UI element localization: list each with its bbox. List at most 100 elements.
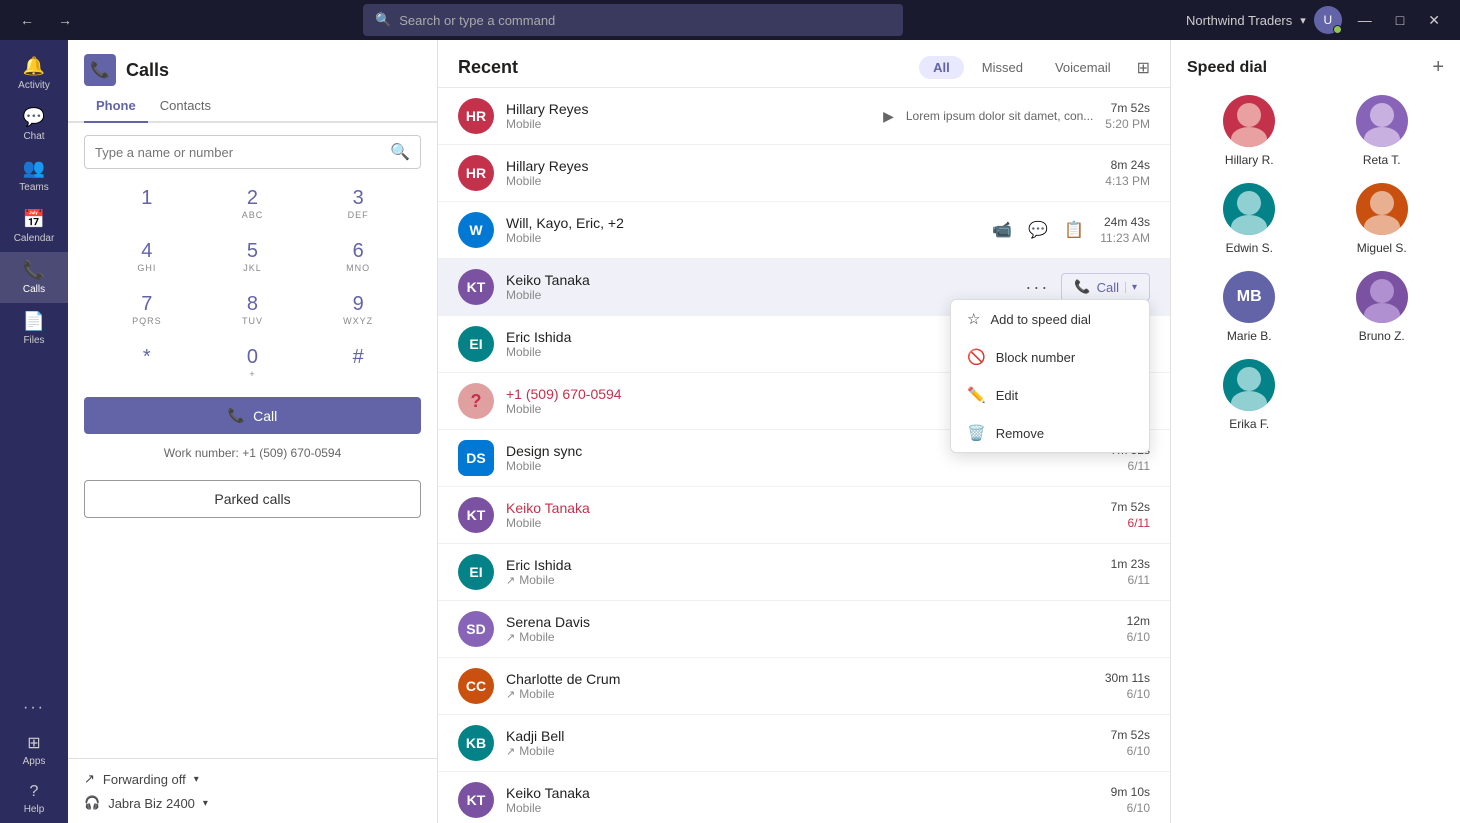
speed-dial-item[interactable]: Hillary R. xyxy=(1187,95,1312,167)
item-name: +1 (509) 670-0594 xyxy=(506,386,1011,402)
video-icon[interactable]: 📹 xyxy=(988,216,1016,244)
sidebar-item-activity[interactable]: 🔔 Activity xyxy=(0,48,68,99)
speed-dial-grid: Hillary R. Reta T. Edwin S. xyxy=(1187,95,1444,431)
left-panel-footer: ↗ Forwarding off ▾ 🎧 Jabra Biz 2400 ▾ xyxy=(68,758,437,823)
context-remove[interactable]: 🗑️ Remove xyxy=(951,414,1149,452)
speed-dial-header: Speed dial + xyxy=(1187,56,1444,79)
item-right: 9m 10s 6/10 xyxy=(1111,785,1150,815)
item-time: 4:13 PM xyxy=(1105,174,1150,188)
parked-calls-button[interactable]: Parked calls xyxy=(84,480,421,518)
call-button[interactable]: 📞 Call xyxy=(84,397,421,434)
speed-dial-avatar xyxy=(1223,183,1275,235)
device-row[interactable]: 🎧 Jabra Biz 2400 ▾ xyxy=(84,795,421,811)
avatar: KT xyxy=(458,269,494,305)
user-avatar[interactable]: U xyxy=(1314,6,1342,34)
chat-icon: 💬 xyxy=(23,107,45,128)
item-duration: 24m 43s xyxy=(1104,215,1150,229)
dial-key-1[interactable]: 1 xyxy=(98,181,196,226)
speed-dial-item[interactable]: MB Marie B. xyxy=(1187,271,1312,343)
avatar: W xyxy=(458,212,494,248)
dial-key-9[interactable]: 9WXYZ xyxy=(309,287,407,332)
avatar: DS xyxy=(458,440,494,476)
recent-item[interactable]: HR Hillary Reyes Mobile ▶ Lorem ipsum do… xyxy=(438,88,1170,145)
sidebar-item-apps[interactable]: ⊞ Apps xyxy=(0,725,68,775)
recent-item[interactable]: KT Keiko Tanaka Mobile 9m 10s 6/10 xyxy=(438,772,1170,823)
tab-phone[interactable]: Phone xyxy=(84,90,148,123)
forwarding-label: Forwarding off xyxy=(103,772,186,787)
filter-missed[interactable]: Missed xyxy=(968,56,1037,79)
speed-dial-item[interactable]: Edwin S. xyxy=(1187,183,1312,255)
close-button[interactable]: ✕ xyxy=(1420,8,1448,33)
filter-all[interactable]: All xyxy=(919,56,964,79)
dial-key-0[interactable]: 0+ xyxy=(204,340,302,385)
sidebar-label-calendar: Calendar xyxy=(14,233,55,244)
dial-key-7[interactable]: 7PQRS xyxy=(98,287,196,332)
recent-item-keiko-tanaka[interactable]: KT Keiko Tanaka Mobile ··· 📞 Call ▾ xyxy=(438,259,1170,316)
context-block-number[interactable]: 🚫 Block number xyxy=(951,338,1149,376)
dial-key-star[interactable]: * xyxy=(98,340,196,385)
dialpad-grid: 1 2ABC 3DEF 4GHI 5JKL 6MNO 7PQRS 8TUV 9W… xyxy=(98,181,407,385)
sidebar-label-apps: Apps xyxy=(23,756,46,767)
item-duration: 7m 52s xyxy=(1111,500,1150,514)
sidebar-item-teams[interactable]: 👥 Teams xyxy=(0,150,68,201)
item-time: 5:20 PM xyxy=(1105,117,1150,131)
recent-item[interactable]: SD Serena Davis ↗ Mobile 12m 6/10 xyxy=(438,601,1170,658)
user-initials: U xyxy=(1323,13,1332,27)
sidebar-item-help[interactable]: ? Help xyxy=(0,775,68,823)
back-button[interactable]: ← xyxy=(12,8,42,32)
calendar-invite-icon[interactable]: 📋 xyxy=(1060,216,1088,244)
speed-dial-item[interactable]: Erika F. xyxy=(1187,359,1312,431)
speed-dial-item[interactable]: Miguel S. xyxy=(1320,183,1445,255)
speed-dial-item[interactable]: Bruno Z. xyxy=(1320,271,1445,343)
speed-dial-name: Edwin S. xyxy=(1226,241,1273,255)
name-search-input[interactable] xyxy=(95,145,384,160)
maximize-button[interactable]: □ xyxy=(1388,8,1412,32)
recent-item[interactable]: CC Charlotte de Crum ↗ Mobile 30m 11s 6/… xyxy=(438,658,1170,715)
forwarding-row[interactable]: ↗ Forwarding off ▾ xyxy=(84,771,421,787)
dial-key-5[interactable]: 5JKL xyxy=(204,234,302,279)
item-sub: ↗ Mobile xyxy=(506,573,1099,587)
chat-icon[interactable]: 💬 xyxy=(1024,216,1052,244)
avatar: ? xyxy=(458,383,494,419)
context-add-speed-dial[interactable]: ☆ Add to speed dial xyxy=(951,300,1149,338)
avatar: HR xyxy=(458,155,494,191)
sidebar-item-more[interactable]: ··· xyxy=(0,691,68,725)
dial-key-4[interactable]: 4GHI xyxy=(98,234,196,279)
item-name: Keiko Tanaka xyxy=(506,785,1099,801)
speed-dial-add-button[interactable]: + xyxy=(1432,56,1444,79)
context-edit[interactable]: ✏️ Edit xyxy=(951,376,1149,414)
filter-tabs: All Missed Voicemail xyxy=(919,56,1124,79)
dialpad: 1 2ABC 3DEF 4GHI 5JKL 6MNO 7PQRS 8TUV 9W… xyxy=(68,181,437,385)
recent-item[interactable]: W Will, Kayo, Eric, +2 Mobile 📹 💬 📋 24m … xyxy=(438,202,1170,259)
speed-dial-item[interactable]: Reta T. xyxy=(1320,95,1445,167)
dial-key-2[interactable]: 2ABC xyxy=(204,181,302,226)
work-number-label: Work number: +1 (509) 670-0594 xyxy=(68,446,437,472)
recent-item[interactable]: KT Keiko Tanaka Mobile 7m 52s 6/11 xyxy=(438,487,1170,544)
recent-item[interactable]: KB Kadji Bell ↗ Mobile 7m 52s 6/10 xyxy=(438,715,1170,772)
nav-buttons: ← → xyxy=(12,8,80,32)
dial-key-hash[interactable]: # xyxy=(309,340,407,385)
sidebar-item-calendar[interactable]: 📅 Calendar xyxy=(0,201,68,252)
sidebar-item-files[interactable]: 📄 Files xyxy=(0,303,68,354)
sidebar-item-chat[interactable]: 💬 Chat xyxy=(0,99,68,150)
window-chrome: ← → 🔍 Search or type a command Northwind… xyxy=(0,0,1460,40)
dial-key-3[interactable]: 3DEF xyxy=(309,181,407,226)
item-name: Serena Davis xyxy=(506,614,1115,630)
left-panel-tabs: Phone Contacts xyxy=(68,90,437,123)
call-action-caret-icon[interactable]: ▾ xyxy=(1125,282,1137,293)
sidebar-item-calls[interactable]: 📞 Calls xyxy=(0,252,68,303)
speed-dial-name: Marie B. xyxy=(1227,329,1272,343)
filter-voicemail[interactable]: Voicemail xyxy=(1041,56,1125,79)
call-action-button[interactable]: 📞 Call ▾ xyxy=(1061,273,1150,301)
dial-key-8[interactable]: 8TUV xyxy=(204,287,302,332)
item-info: Keiko Tanaka Mobile xyxy=(506,500,1099,530)
forward-button[interactable]: → xyxy=(50,8,80,32)
tab-contacts[interactable]: Contacts xyxy=(148,90,223,123)
global-search-bar[interactable]: 🔍 Search or type a command xyxy=(363,4,903,36)
minimize-button[interactable]: — xyxy=(1350,8,1380,32)
filter-icon[interactable]: ⊞ xyxy=(1137,58,1150,78)
more-options-icon[interactable]: ··· xyxy=(1025,277,1049,298)
dial-key-6[interactable]: 6MNO xyxy=(309,234,407,279)
recent-item[interactable]: EI Eric Ishida ↗ Mobile 1m 23s 6/11 xyxy=(438,544,1170,601)
recent-item[interactable]: HR Hillary Reyes Mobile 8m 24s 4:13 PM xyxy=(438,145,1170,202)
